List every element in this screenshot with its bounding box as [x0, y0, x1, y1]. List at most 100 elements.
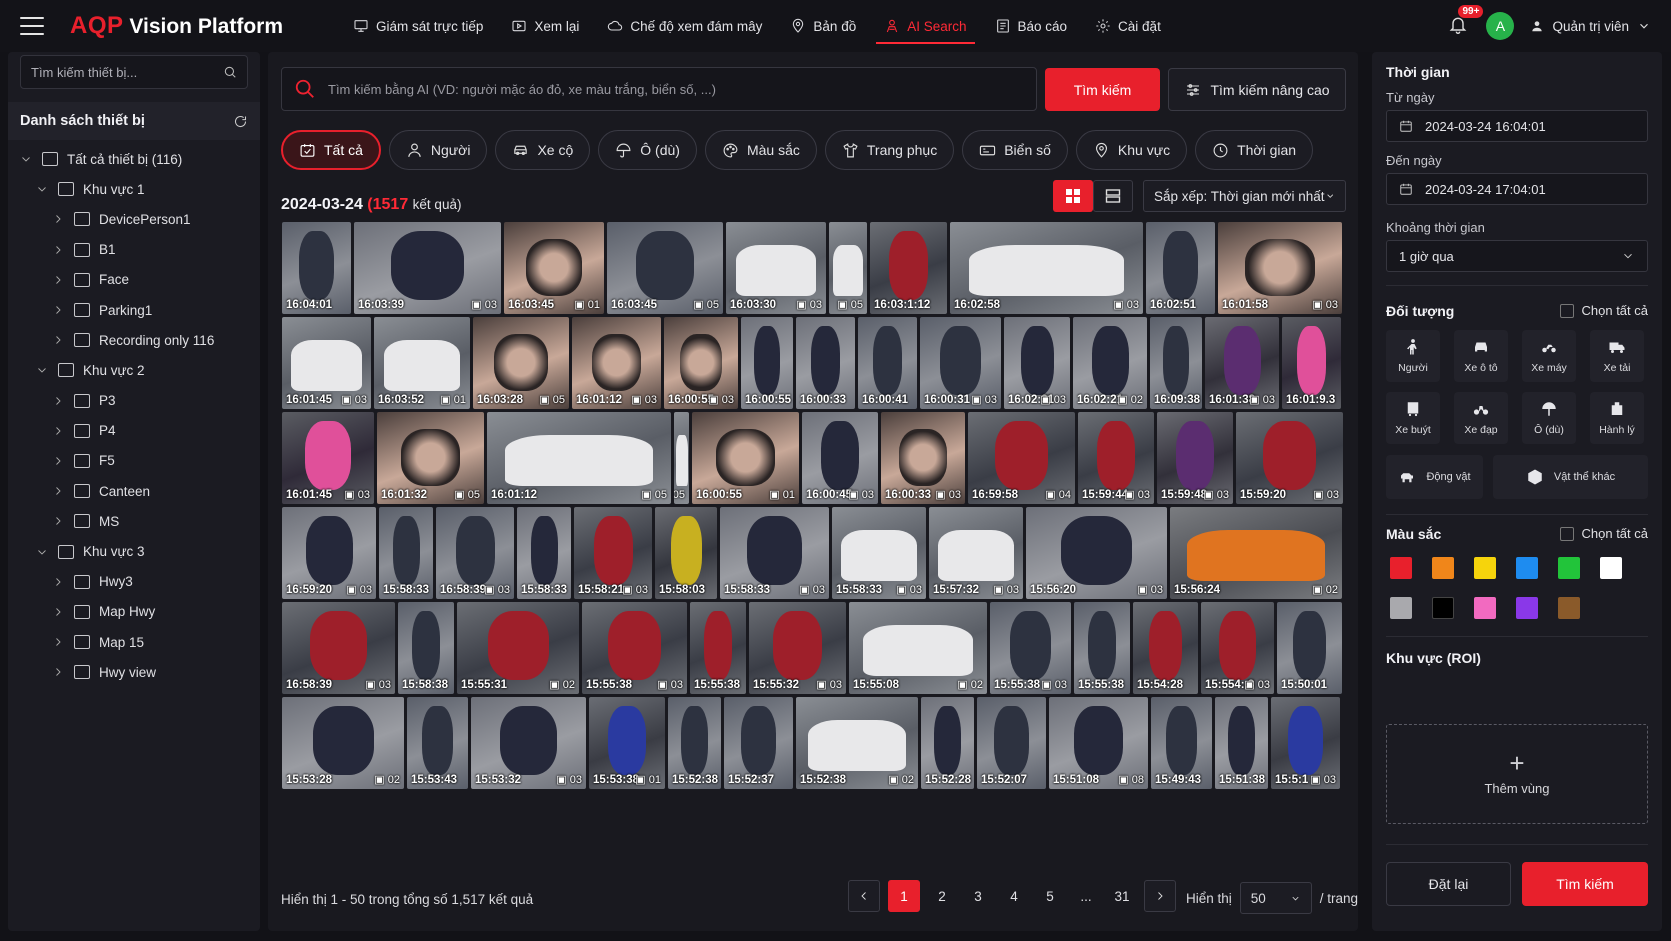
- result-thumbnail[interactable]: 16:03:45 ▣ 05: [607, 222, 723, 314]
- result-thumbnail[interactable]: 15:58:21 ▣ 03: [574, 507, 652, 599]
- result-thumbnail[interactable]: 15:52:28: [921, 697, 974, 789]
- avatar[interactable]: A: [1486, 12, 1515, 40]
- result-thumbnail[interactable]: 15:54:28: [1133, 602, 1198, 694]
- color-swatch[interactable]: [1474, 597, 1496, 619]
- result-thumbnail[interactable]: 15:53:32 ▣ 03: [471, 697, 586, 789]
- result-thumbnail[interactable]: 16:01:45 ▣ 03: [282, 317, 371, 409]
- result-thumbnail[interactable]: 16:01:9.3: [1282, 317, 1341, 409]
- filter-chip-person[interactable]: Người: [388, 130, 488, 170]
- prev-page-button[interactable]: [848, 880, 880, 912]
- page-5[interactable]: 5: [1036, 880, 1064, 912]
- apply-search-button[interactable]: Tìm kiếm: [1522, 862, 1648, 906]
- result-thumbnail[interactable]: 16:02:51: [1146, 222, 1215, 314]
- color-swatch[interactable]: [1432, 597, 1454, 619]
- chevron-right-icon[interactable]: [52, 304, 64, 316]
- tree-node[interactable]: Canteen: [8, 476, 260, 506]
- result-thumbnail[interactable]: 16:02:31 ▣ 03: [1004, 317, 1070, 409]
- result-thumbnail[interactable]: 16:01:32 ▣ 05: [377, 412, 484, 504]
- next-page-button[interactable]: [1144, 880, 1176, 912]
- select-all-objects[interactable]: Chọn tất cả: [1559, 303, 1648, 318]
- checkbox[interactable]: [1559, 526, 1574, 541]
- nav-item-monitor[interactable]: Giám sát trực tiếp: [339, 0, 497, 52]
- chevron-right-icon[interactable]: [52, 213, 64, 225]
- tree-node[interactable]: P3: [8, 386, 260, 416]
- tree-node[interactable]: Khu vực 3: [8, 536, 260, 566]
- object-bicycle[interactable]: Xe đạp: [1454, 392, 1508, 444]
- result-thumbnail[interactable]: 16:03:45 ▣ 01: [504, 222, 604, 314]
- chevron-right-icon[interactable]: [52, 515, 64, 527]
- result-thumbnail[interactable]: 15:51:08 ▣ 08: [1049, 697, 1148, 789]
- chevron-right-icon[interactable]: [52, 576, 64, 588]
- result-thumbnail[interactable]: 15:49:43: [1151, 697, 1212, 789]
- color-swatch[interactable]: [1558, 557, 1580, 579]
- result-thumbnail[interactable]: 15:52:37: [724, 697, 793, 789]
- filter-chip-location[interactable]: Khu vực: [1075, 130, 1188, 170]
- chevron-right-icon[interactable]: [52, 636, 64, 648]
- refresh-icon[interactable]: [233, 114, 248, 129]
- result-thumbnail[interactable]: 15:5:1 ▣ 03: [1271, 697, 1340, 789]
- page-31[interactable]: 31: [1108, 880, 1136, 912]
- notification-bell[interactable]: 99+: [1448, 5, 1484, 37]
- color-swatch[interactable]: [1516, 557, 1538, 579]
- result-thumbnail[interactable]: 15:55:38 ▣ 03: [990, 602, 1071, 694]
- object-car[interactable]: Xe ô tô: [1454, 330, 1508, 382]
- select-all-colors[interactable]: Chọn tất cả: [1559, 526, 1648, 541]
- result-thumbnail[interactable]: 16:01:58 ▣ 03: [1218, 222, 1342, 314]
- chevron-right-icon[interactable]: [52, 244, 64, 256]
- color-swatch[interactable]: [1390, 597, 1412, 619]
- result-thumbnail[interactable]: 15:55:08 ▣ 02: [849, 602, 987, 694]
- color-swatch[interactable]: [1600, 557, 1622, 579]
- result-thumbnail[interactable]: 16:59:20 ▣ 03: [282, 507, 376, 599]
- object-person[interactable]: Người: [1386, 330, 1440, 382]
- color-swatch[interactable]: [1516, 597, 1538, 619]
- reset-button[interactable]: Đặt lại: [1386, 862, 1511, 906]
- result-thumbnail[interactable]: 16:03:1:12: [870, 222, 947, 314]
- app-logo[interactable]: AQP Vision Platform: [70, 12, 283, 40]
- menu-icon[interactable]: [20, 17, 44, 35]
- result-thumbnail[interactable]: 15:55:38: [690, 602, 746, 694]
- result-thumbnail[interactable]: 16:00:33: [796, 317, 855, 409]
- result-thumbnail[interactable]: 15:53:28 ▣ 02: [282, 697, 404, 789]
- result-thumbnail[interactable]: 15:55:32 ▣ 03: [749, 602, 846, 694]
- chevron-down-icon[interactable]: [36, 183, 48, 195]
- result-thumbnail[interactable]: 16:58:39 ▣ 03: [436, 507, 514, 599]
- result-thumbnail[interactable]: 15:52:38 ▣ 02: [796, 697, 918, 789]
- chevron-down-icon[interactable]: [36, 364, 48, 376]
- tree-node[interactable]: Map 15: [8, 627, 260, 657]
- result-thumbnail[interactable]: 15:58:38: [398, 602, 454, 694]
- chevron-down-icon[interactable]: [36, 546, 48, 558]
- filter-chip-car[interactable]: Xe cộ: [495, 130, 591, 170]
- result-thumbnail[interactable]: 15:56:20 ▣ 03: [1026, 507, 1167, 599]
- result-thumbnail[interactable]: 15:52:07: [977, 697, 1046, 789]
- tree-node[interactable]: Tất cả thiết bị (116): [8, 144, 260, 174]
- filter-chip-clock[interactable]: Thời gian: [1195, 130, 1314, 170]
- add-roi-area[interactable]: + Thêm vùng: [1386, 724, 1648, 824]
- nav-item-map-pin[interactable]: Bản đồ: [776, 0, 870, 52]
- page-1[interactable]: 1: [888, 880, 920, 912]
- result-thumbnail[interactable]: 16:00:41: [858, 317, 917, 409]
- tree-node[interactable]: MS: [8, 506, 260, 536]
- result-thumbnail[interactable]: 16:03:28 ▣ 05: [473, 317, 569, 409]
- search-button[interactable]: Tìm kiếm: [1045, 68, 1160, 111]
- result-thumbnail[interactable]: 15:58:33: [517, 507, 571, 599]
- result-thumbnail[interactable]: 16:02:58 ▣ 03: [950, 222, 1143, 314]
- list-view-button[interactable]: [1093, 180, 1133, 212]
- result-thumbnail[interactable]: 15:58:33 ▣ 03: [720, 507, 829, 599]
- result-thumbnail[interactable]: 15:59:20 ▣ 03: [1236, 412, 1343, 504]
- nav-item-report[interactable]: Báo cáo: [981, 0, 1082, 52]
- object-umbrella[interactable]: Ô (dù): [1522, 392, 1576, 444]
- tree-node[interactable]: Face: [8, 265, 260, 295]
- color-swatch[interactable]: [1390, 557, 1412, 579]
- result-thumbnail[interactable]: 16:02:21 ▣ 02: [1073, 317, 1147, 409]
- tree-node[interactable]: Khu vực 2: [8, 355, 260, 385]
- filter-chip-umbrella[interactable]: Ô (dù): [598, 130, 697, 170]
- result-thumbnail[interactable]: 16:01:45 ▣ 03: [282, 412, 374, 504]
- checkbox[interactable]: [1559, 303, 1574, 318]
- chevron-right-icon[interactable]: [52, 485, 64, 497]
- chevron-right-icon[interactable]: [52, 455, 64, 467]
- result-thumbnail[interactable]: 16:01:12 ▣ 05: [487, 412, 671, 504]
- object-animal[interactable]: Động vật: [1386, 455, 1483, 499]
- result-thumbnail[interactable]: ▣ 05: [829, 222, 867, 314]
- filter-chip-all[interactable]: Tất cả: [281, 130, 381, 170]
- filter-chip-palette[interactable]: Màu sắc: [704, 130, 817, 170]
